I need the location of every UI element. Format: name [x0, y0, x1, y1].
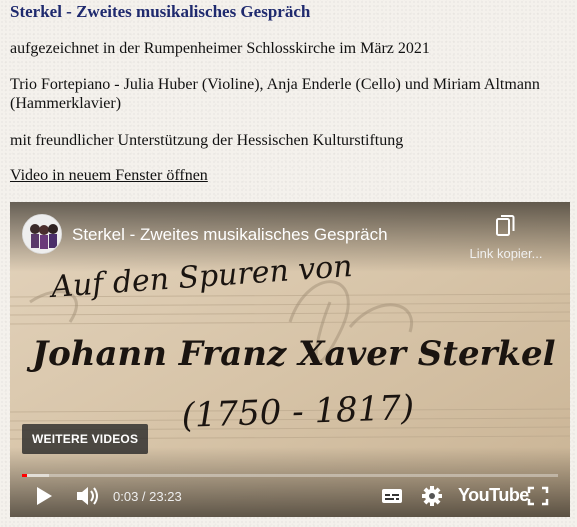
support-info: mit freundlicher Unterstützung der Hessi…	[10, 132, 404, 149]
thumb-line-2: Johann Franz Xaver Sterkel	[26, 334, 556, 374]
settings-icon	[422, 486, 442, 506]
copy-link-button[interactable]: Link kopier...	[466, 214, 546, 261]
time-display: 0:03 / 23:23	[113, 489, 182, 504]
copy-link-label: Link kopier...	[469, 246, 543, 261]
subtitles-icon	[382, 489, 402, 503]
thumb-line-3: (1750 - 1817)	[181, 388, 415, 436]
youtube-logo[interactable]: YouTube	[458, 485, 529, 506]
subtitles-button[interactable]	[380, 483, 404, 509]
progress-bar[interactable]	[22, 474, 558, 477]
page-title: Sterkel - Zweites musikalisches Gespräch	[10, 2, 311, 21]
play-button[interactable]	[32, 483, 56, 509]
video-title[interactable]: Sterkel - Zweites musikalisches Gespräch	[72, 225, 388, 245]
copy-link-icon	[496, 215, 515, 236]
recording-info: aufgezeichnet in der Rumpenheimer Schlos…	[10, 40, 430, 57]
fullscreen-icon	[527, 486, 549, 506]
fullscreen-button[interactable]	[526, 483, 550, 509]
play-icon	[37, 487, 52, 505]
avatar-image	[23, 215, 61, 253]
volume-icon	[77, 487, 98, 505]
open-video-link[interactable]: Video in neuem Fenster öffnen	[10, 167, 208, 185]
channel-avatar[interactable]	[22, 214, 62, 254]
video-player[interactable]: Auf den Spuren von Johann Franz Xaver St…	[10, 202, 570, 517]
progress-played	[22, 474, 28, 477]
settings-button[interactable]	[420, 483, 444, 509]
performers-info: Trio Fortepiano - Julia Huber (Violine),…	[10, 76, 540, 112]
mute-button[interactable]	[74, 483, 102, 509]
